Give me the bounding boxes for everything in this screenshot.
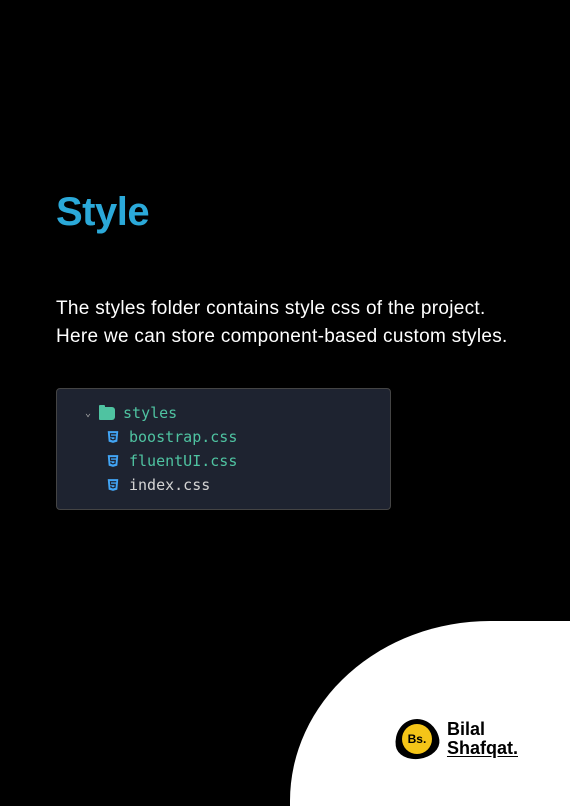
logo-text: Bs. [402, 724, 432, 754]
folder-row[interactable]: ⌄ styles [57, 401, 390, 425]
css-icon [105, 453, 121, 469]
author-badge: Bs. Bilal Shafqat. [395, 717, 518, 761]
page-title: Style [56, 190, 514, 235]
css-icon [105, 429, 121, 445]
file-explorer: ⌄ styles boostrap.css fluentUI.css index… [56, 388, 391, 510]
file-name: fluentUI.css [129, 452, 237, 470]
folder-icon [99, 407, 115, 420]
author-name: Bilal Shafqat. [447, 720, 518, 758]
file-name: boostrap.css [129, 428, 237, 446]
file-name: index.css [129, 476, 210, 494]
file-row[interactable]: fluentUI.css [57, 449, 390, 473]
logo-badge: Bs. [395, 717, 439, 761]
footer-shape [290, 621, 570, 806]
folder-name: styles [123, 404, 177, 422]
author-last-name: Shafqat. [447, 739, 518, 758]
file-row[interactable]: index.css [57, 473, 390, 497]
file-row[interactable]: boostrap.css [57, 425, 390, 449]
main-content: Style The styles folder contains style c… [0, 0, 570, 510]
chevron-down-icon: ⌄ [85, 408, 91, 419]
author-first-name: Bilal [447, 720, 518, 739]
css-icon [105, 477, 121, 493]
description-text: The styles folder contains style css of … [56, 295, 514, 350]
